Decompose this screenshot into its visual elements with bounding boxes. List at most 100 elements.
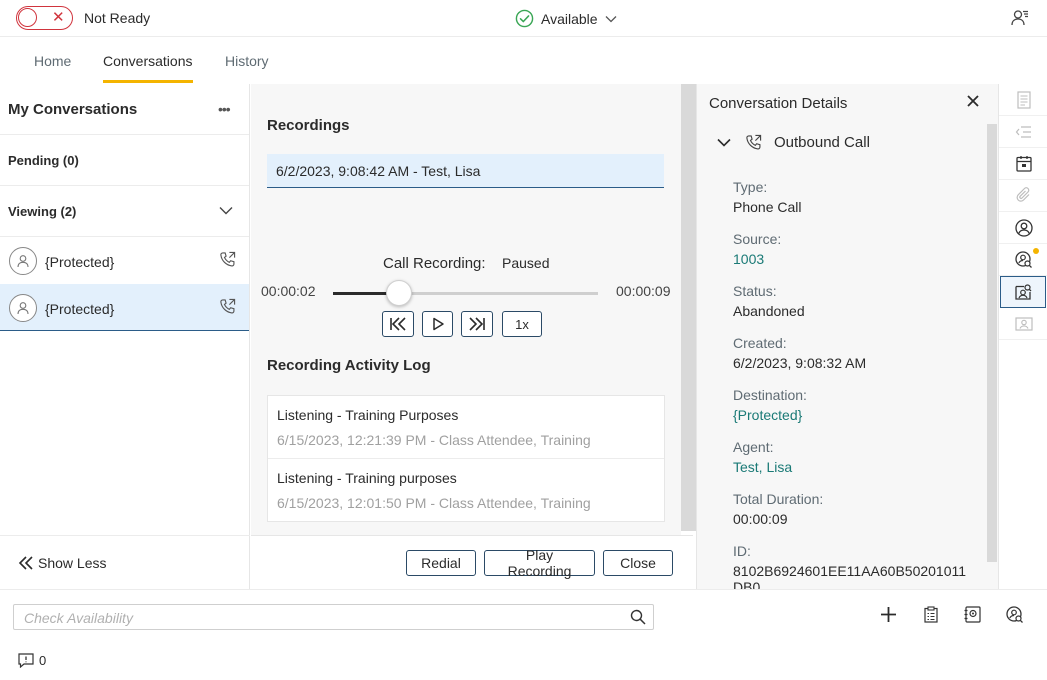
list-item: Listening - Training purposes 6/15/2023,… [268, 459, 664, 522]
clipboard-icon[interactable] [924, 606, 938, 623]
search-input[interactable] [24, 609, 614, 627]
action-bar: Redial Play Recording Close [251, 535, 693, 589]
skip-forward-button[interactable] [461, 311, 493, 337]
field-value: 00:00:09 [733, 511, 788, 527]
person-icon [17, 302, 29, 315]
field-status: Status: Abandoned [733, 283, 805, 319]
field-value-link[interactable]: 1003 [733, 251, 781, 267]
log-item-title: Listening - Training purposes [277, 470, 457, 486]
activity-log: Listening - Training Purposes 6/15/2023,… [267, 395, 665, 522]
playback-track[interactable] [333, 292, 598, 295]
field-label: Created: [733, 335, 787, 351]
field-label: Destination: [733, 387, 807, 403]
redial-button[interactable]: Redial [406, 550, 476, 576]
tab-conversations[interactable]: Conversations [103, 53, 193, 69]
double-chevron-left-icon [18, 556, 33, 570]
field-total-duration: Total Duration: 00:00:09 [733, 491, 823, 527]
recordings-title: Recordings [267, 117, 350, 134]
playback-speed-button[interactable]: 1x [502, 311, 542, 337]
outbound-call-section-header[interactable]: Outbound Call [717, 134, 870, 151]
skip-forward-icon [469, 317, 485, 331]
close-icon: ✕ [52, 9, 65, 26]
play-icon [432, 317, 444, 331]
field-value-link[interactable]: {Protected} [733, 407, 807, 423]
my-conversations-panel: My Conversations ••• Pending (0) Viewing… [0, 84, 250, 589]
call-recording-label: Call Recording: [383, 255, 486, 272]
contact-icon[interactable] [999, 212, 1047, 244]
chevron-down-icon [717, 138, 731, 147]
close-button[interactable]: Close [603, 550, 673, 576]
recordings-panel: Recordings 6/2/2023, 9:08:42 AM - Test, … [251, 84, 693, 589]
calendar-icon[interactable] [999, 148, 1047, 180]
viewing-group[interactable]: Viewing (2) [0, 186, 249, 237]
ready-status-toggle[interactable]: ✕ [16, 6, 73, 30]
pending-group[interactable]: Pending (0) [0, 135, 249, 186]
field-label: ID: [733, 543, 751, 559]
person-icon [17, 255, 29, 268]
bottom-bar: 0 [0, 589, 1047, 680]
show-less-button[interactable]: Show Less [0, 535, 250, 589]
search-icon[interactable] [630, 609, 646, 625]
outbound-call-icon [220, 298, 236, 314]
customer-details-icon[interactable] [1000, 276, 1046, 308]
field-value: 8102B6924601EE11AA60B50201011DB0 [733, 563, 967, 589]
address-book-icon[interactable] [964, 606, 982, 623]
tab-home[interactable]: Home [34, 53, 71, 69]
attachment-icon[interactable] [999, 180, 1047, 212]
user-menu-icon[interactable] [1011, 9, 1029, 27]
feedback-count: 0 [39, 653, 47, 668]
toggle-knob [18, 8, 37, 27]
field-source: Source: 1003 [733, 231, 781, 267]
elapsed-time: 00:00:02 [261, 283, 316, 299]
chevron-down-icon[interactable] [219, 206, 233, 215]
avatar [9, 294, 37, 322]
notes-icon[interactable] [999, 84, 1047, 116]
panel-scrollbar[interactable] [681, 84, 696, 531]
play-button[interactable] [422, 311, 453, 337]
details-scrollbar[interactable] [987, 124, 997, 562]
check-circle-icon [515, 9, 534, 28]
show-less-label: Show Less [38, 555, 107, 571]
activity-log-title: Recording Activity Log [267, 357, 431, 374]
skip-back-button[interactable] [382, 311, 414, 337]
log-item-title: Listening - Training Purposes [277, 407, 459, 423]
feedback-indicator[interactable]: 0 [18, 653, 46, 668]
main-tabs: Home Conversations History [0, 38, 1047, 83]
feedback-icon [18, 653, 34, 668]
contact-search-icon[interactable] [1006, 606, 1024, 624]
play-recording-button[interactable]: Play Recording [484, 547, 595, 579]
conversation-details-panel: Conversation Details Outbound Call Type:… [696, 84, 998, 589]
viewing-label: Viewing (2) [8, 204, 77, 219]
conversation-item-selected[interactable]: {Protected} [0, 284, 249, 331]
recording-item[interactable]: 6/2/2023, 9:08:42 AM - Test, Lisa [267, 154, 664, 188]
field-label: Agent: [733, 439, 774, 455]
add-icon[interactable] [880, 606, 897, 623]
tab-history[interactable]: History [225, 53, 269, 69]
playback-scrubber-handle[interactable] [386, 280, 413, 306]
call-recording-status: Paused [502, 255, 550, 271]
field-value: 6/2/2023, 9:08:32 AM [733, 355, 867, 371]
field-id: ID: 8102B6924601EE11AA60B50201011DB0 [733, 543, 973, 589]
chevron-down-icon [605, 15, 617, 22]
total-time: 00:00:09 [616, 283, 671, 299]
field-label: Total Duration: [733, 491, 824, 507]
more-options-icon[interactable]: ••• [218, 101, 231, 117]
active-tab-indicator [103, 80, 193, 83]
field-type: Type: Phone Call [733, 179, 802, 215]
availability-dropdown[interactable]: Available [515, 9, 617, 28]
log-item-subtitle: 6/15/2023, 12:21:39 PM - Class Attendee,… [277, 432, 591, 448]
skip-back-icon [390, 317, 406, 331]
field-label: Status: [733, 283, 777, 299]
contact-search-icon[interactable] [999, 244, 1047, 276]
conversation-item[interactable]: {Protected} [0, 237, 249, 284]
close-icon[interactable] [965, 93, 981, 109]
transcript-icon[interactable] [999, 116, 1047, 148]
field-destination: Destination: {Protected} [733, 387, 807, 423]
notification-dot [1033, 248, 1039, 254]
check-availability-search [13, 604, 654, 630]
contact-card-icon[interactable] [999, 308, 1047, 340]
conversation-name: {Protected} [45, 301, 115, 317]
pending-label: Pending (0) [8, 153, 79, 168]
field-label: Type: [733, 179, 768, 195]
field-value-link[interactable]: Test, Lisa [733, 459, 792, 475]
